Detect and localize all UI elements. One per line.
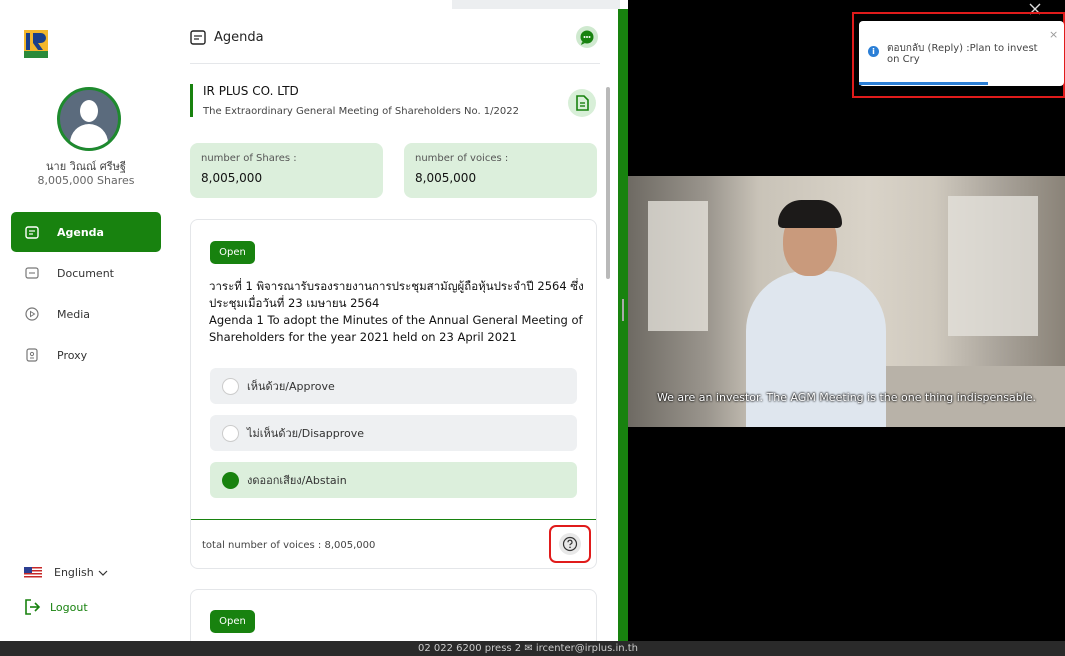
agenda-text-en: Agenda 1 To adopt the Minutes of the Ann… — [209, 313, 583, 344]
language-label: English — [54, 566, 94, 579]
avatar — [57, 87, 121, 151]
scrollbar[interactable] — [606, 87, 610, 279]
toast-message: ตอบกลับ (Reply) :Plan to invest on Cry — [887, 43, 1038, 65]
option-label: เห็นด้วย/Approve — [247, 380, 335, 393]
shares-stat: number of Shares : 8,005,000 — [190, 143, 383, 198]
sidebar: นาย วิณณ์ ศรีษฐี 8,005,000 Shares Agenda… — [0, 0, 172, 641]
agenda-panel: Agenda IR PLUS CO. LTD The Extraordinary… — [172, 9, 618, 641]
document-icon — [576, 95, 589, 111]
document-icon — [25, 267, 39, 279]
logout-label: Logout — [50, 600, 88, 614]
sidebar-item-agenda[interactable]: Agenda — [11, 212, 161, 252]
logout-icon — [25, 599, 41, 615]
proxy-icon — [26, 348, 38, 362]
sidebar-nav: Agenda Document Media Proxy — [11, 212, 161, 376]
irplus-logo — [24, 30, 48, 58]
user-name: นาย วิณณ์ ศรีษฐี — [46, 160, 126, 173]
toast-progress — [859, 82, 988, 85]
sidebar-item-label: Agenda — [57, 225, 104, 239]
meeting-title: The Extraordinary General Meeting of Sha… — [203, 106, 519, 117]
vote-option-abstain[interactable]: งดออกเสียง/Abstain — [210, 462, 577, 498]
page-title: Agenda — [214, 29, 264, 45]
card-divider — [191, 519, 596, 520]
help-button[interactable] — [549, 525, 591, 563]
agenda-header: Agenda — [190, 29, 264, 45]
agenda-card: Open วาระที่ 1 พิจารณารับรองรายงานการประ… — [190, 219, 597, 569]
voices-value: 8,005,000 — [415, 171, 477, 185]
shares-label: number of Shares : — [201, 153, 297, 164]
agenda-description: วาระที่ 1 พิจารณารับรองรายงานการประชุมสา… — [209, 278, 594, 346]
video-subtitle: We are an investor. The AGM Meeting is t… — [656, 391, 1037, 404]
company-info: IR PLUS CO. LTD The Extraordinary Genera… — [190, 84, 519, 117]
agenda-icon — [190, 30, 206, 45]
radio-selected-icon — [222, 471, 239, 489]
sidebar-item-proxy[interactable]: Proxy — [11, 335, 161, 375]
chat-icon — [580, 30, 594, 45]
status-badge: Open — [210, 610, 255, 633]
total-voices: total number of voices : 8,005,000 — [202, 540, 376, 551]
sidebar-item-label: Media — [57, 307, 91, 321]
radio-icon — [222, 424, 239, 442]
header-divider — [190, 63, 600, 64]
video-frame: We are an investor. The AGM Meeting is t… — [628, 176, 1065, 427]
footer-contact: 02 022 6200 press 2 ✉ ircenter@irplus.in… — [418, 643, 639, 654]
question-icon — [559, 533, 581, 555]
logout-button[interactable]: Logout — [24, 599, 88, 615]
vote-option-approve[interactable]: เห็นด้วย/Approve — [210, 368, 577, 404]
user-shares: 8,005,000 Shares — [37, 174, 135, 187]
voices-stat: number of voices : 8,005,000 — [404, 143, 597, 198]
option-label: งดออกเสียง/Abstain — [247, 474, 347, 487]
radio-icon — [222, 377, 239, 395]
status-badge: Open — [210, 241, 255, 264]
shares-value: 8,005,000 — [201, 171, 263, 185]
sidebar-item-label: Document — [57, 266, 114, 280]
language-selector[interactable]: English — [24, 566, 108, 579]
chevron-down-icon — [98, 570, 108, 576]
option-label: ไม่เห็นด้วย/Disapprove — [247, 427, 365, 440]
toast-notification[interactable]: i ตอบกลับ (Reply) :Plan to invest on Cry… — [859, 21, 1064, 86]
document-button[interactable] — [568, 89, 596, 117]
vote-option-disapprove[interactable]: ไม่เห็นด้วย/Disapprove — [210, 415, 577, 451]
play-icon — [25, 307, 39, 321]
resize-divider[interactable] — [618, 9, 628, 641]
sidebar-item-document[interactable]: Document — [11, 253, 161, 293]
agenda-icon — [25, 226, 39, 239]
toast-close-button[interactable]: × — [1049, 28, 1058, 41]
us-flag-icon — [24, 567, 42, 578]
sidebar-item-media[interactable]: Media — [11, 294, 161, 334]
footer: 02 022 6200 press 2 ✉ ircenter@irplus.in… — [0, 641, 1065, 656]
info-icon: i — [868, 46, 879, 57]
agenda-card: Open — [190, 589, 597, 641]
voices-label: number of voices : — [415, 153, 509, 164]
chat-button[interactable] — [576, 26, 598, 48]
sidebar-item-label: Proxy — [57, 348, 88, 362]
agenda-text-th: วาระที่ 1 พิจารณารับรองรายงานการประชุมสา… — [209, 279, 584, 310]
company-name: IR PLUS CO. LTD — [203, 84, 299, 98]
